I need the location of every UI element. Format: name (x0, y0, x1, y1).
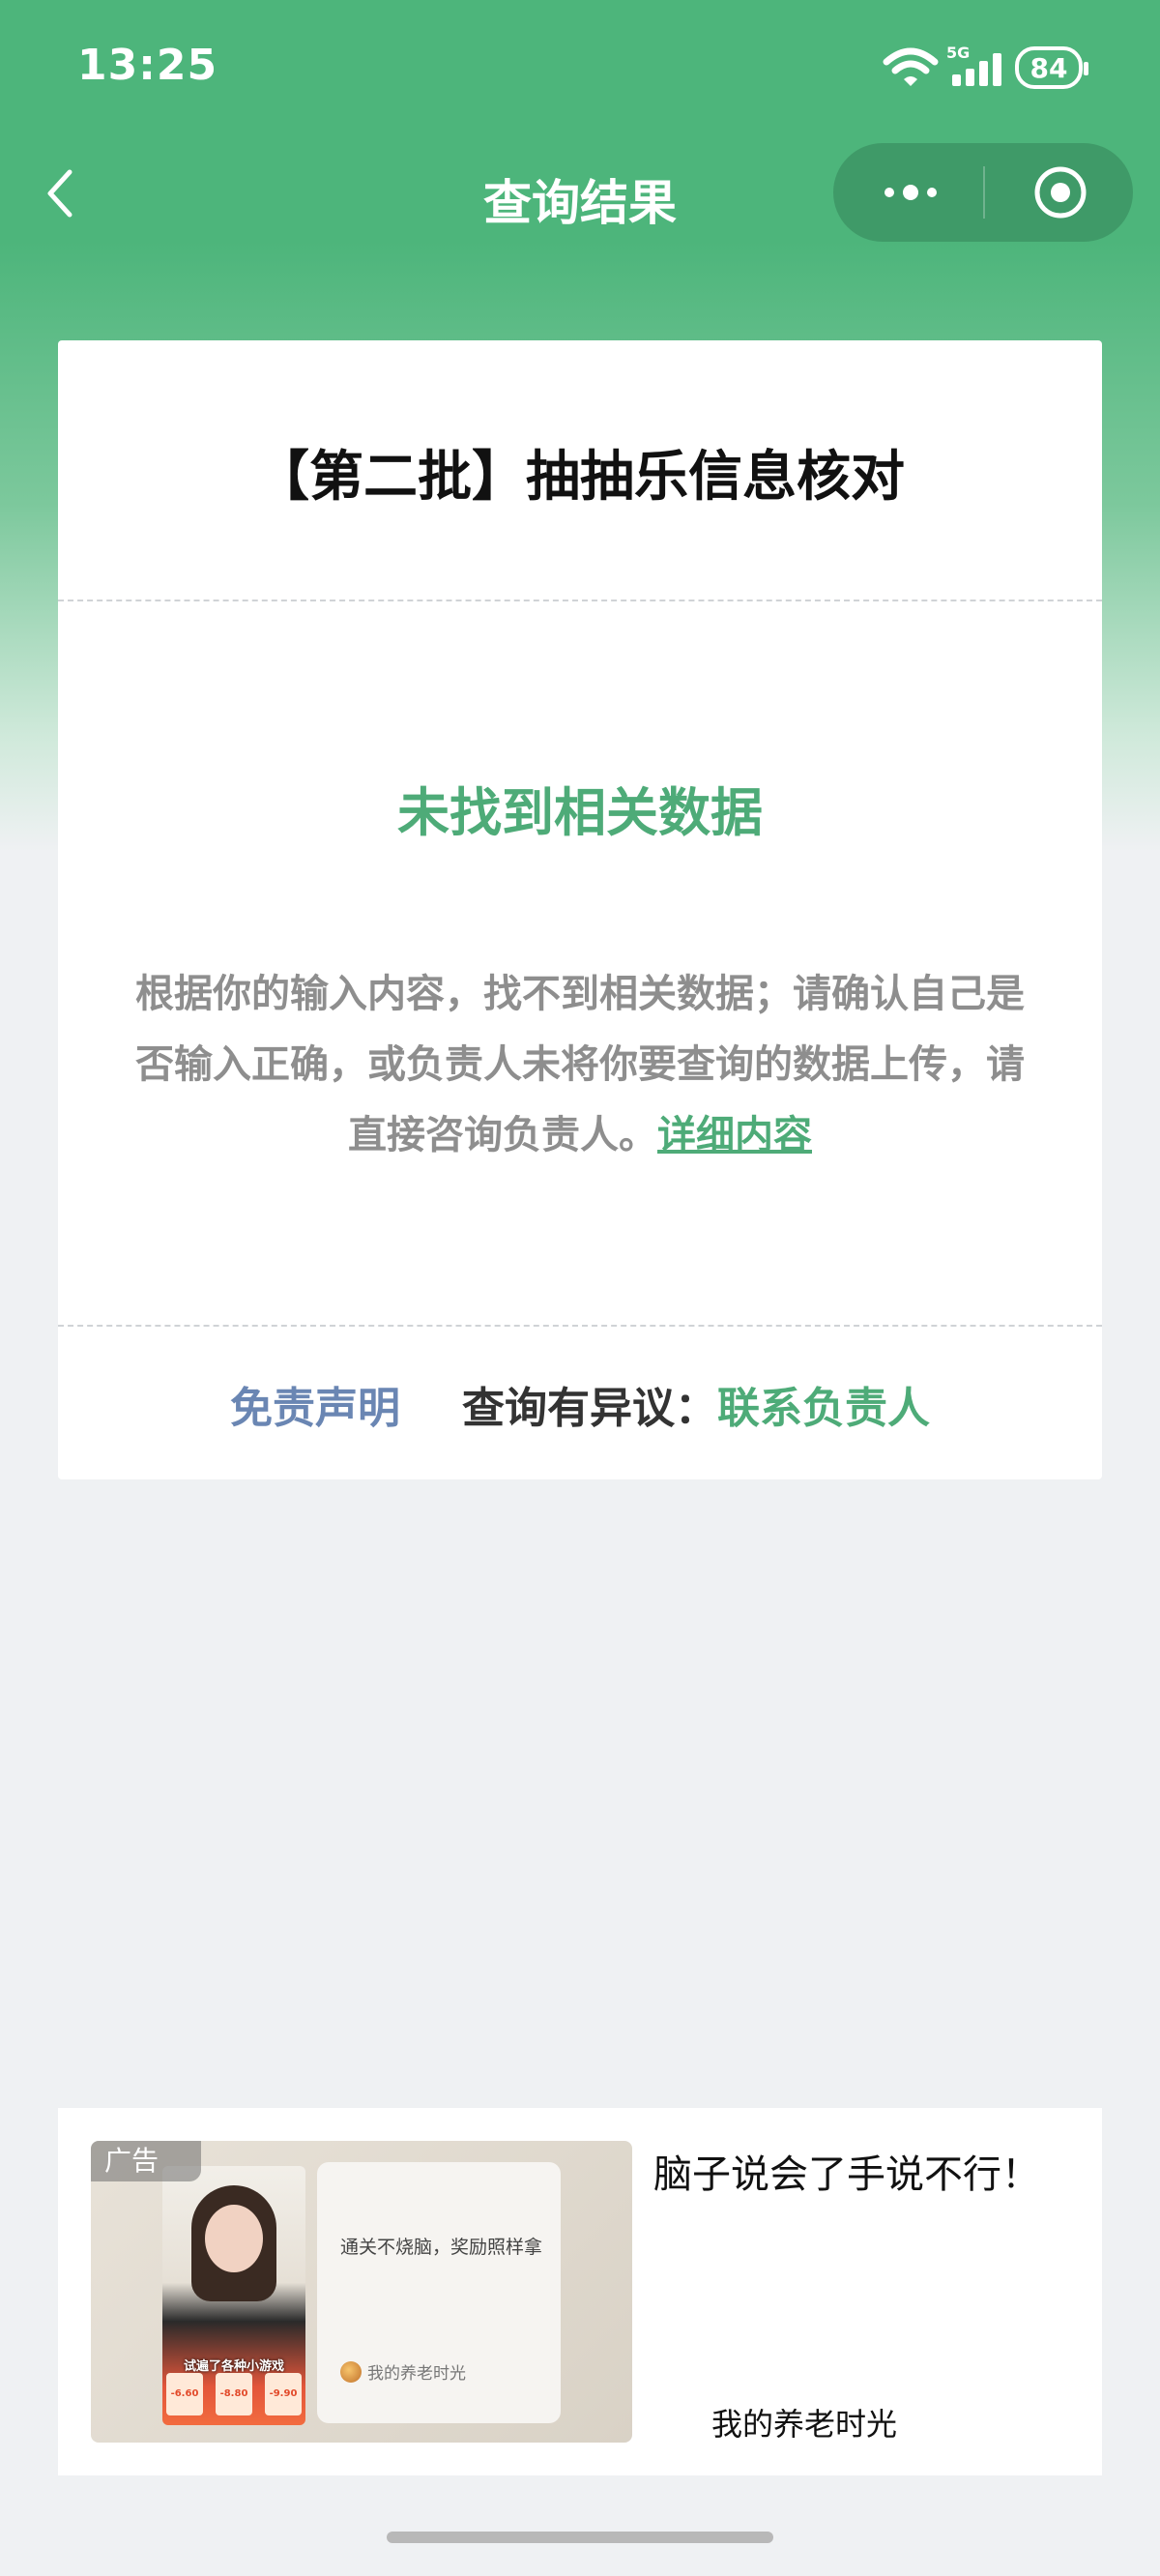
mini-program-capsule (833, 143, 1133, 242)
status-icons: 5G 84 (883, 44, 1088, 89)
divider-bottom (58, 1325, 1102, 1327)
ad-brand[interactable]: 我的养老时光 (711, 2400, 897, 2444)
status-bar: 13:25 5G 84 (0, 0, 1160, 135)
ad-overlay-card: 通关不烧脑，奖励照样拿 我的养老时光 (317, 2162, 561, 2423)
dispute-label: 查询有异议： (462, 1384, 717, 1433)
brand-avatar-icon (340, 2360, 362, 2383)
card-footer: 免责声明 查询有异议：联系负责人 (58, 1373, 1102, 1435)
battery-level: 84 (1030, 51, 1068, 84)
contact-link[interactable]: 联系负责人 (717, 1384, 930, 1433)
navigation-bar: 查询结果 (0, 135, 1160, 251)
ad-banner[interactable]: 试遍了各种小游戏 -6.60 -8.80 -9.90 通关不烧脑，奖励照样拿 我… (58, 2108, 1102, 2475)
status-time: 13:25 (77, 41, 218, 90)
home-indicator[interactable] (387, 2532, 773, 2543)
ad-overlay-text: 通关不烧脑，奖励照样拿 (340, 2237, 543, 2258)
ad-video-chip: -9.90 (265, 2373, 302, 2415)
capsule-divider (983, 166, 985, 219)
ad-video-chip: -6.60 (166, 2373, 203, 2415)
divider-top (58, 600, 1102, 601)
network-type: 5G (946, 44, 971, 62)
battery-icon: 84 (1015, 46, 1088, 89)
ad-headline[interactable]: 脑子说会了手说不行！ (653, 2143, 1079, 2199)
ad-video-thumbnail: 试遍了各种小游戏 -6.60 -8.80 -9.90 (162, 2166, 305, 2425)
wifi-icon (883, 47, 939, 86)
result-description: 根据你的输入内容，找不到相关数据；请确认自己是否输入正确，或负责人未将你要查询的… (128, 959, 1032, 1171)
ad-image[interactable]: 试遍了各种小游戏 -6.60 -8.80 -9.90 通关不烧脑，奖励照样拿 我… (91, 2141, 632, 2443)
card-title: 【第二批】抽抽乐信息核对 (255, 446, 905, 509)
disclaimer-link[interactable]: 免责声明 (230, 1384, 400, 1433)
signal-icon: 5G (946, 44, 1001, 86)
ad-tag: 广告 (91, 2141, 201, 2181)
result-title: 未找到相关数据 (397, 782, 763, 843)
ad-overlay-brand: 我的养老时光 (340, 2359, 466, 2384)
description-text: 根据你的输入内容，找不到相关数据；请确认自己是否输入正确，或负责人未将你要查询的… (135, 972, 1025, 1157)
more-dots-icon[interactable] (872, 166, 949, 219)
ad-video-chip: -8.80 (216, 2373, 252, 2415)
detail-link[interactable]: 详细内容 (657, 1113, 812, 1157)
target-circle-icon[interactable] (1032, 164, 1088, 220)
result-card: 【第二批】抽抽乐信息核对 未找到相关数据 根据你的输入内容，找不到相关数据；请确… (58, 340, 1102, 1479)
ad-video-caption: 试遍了各种小游戏 (183, 2359, 284, 2374)
